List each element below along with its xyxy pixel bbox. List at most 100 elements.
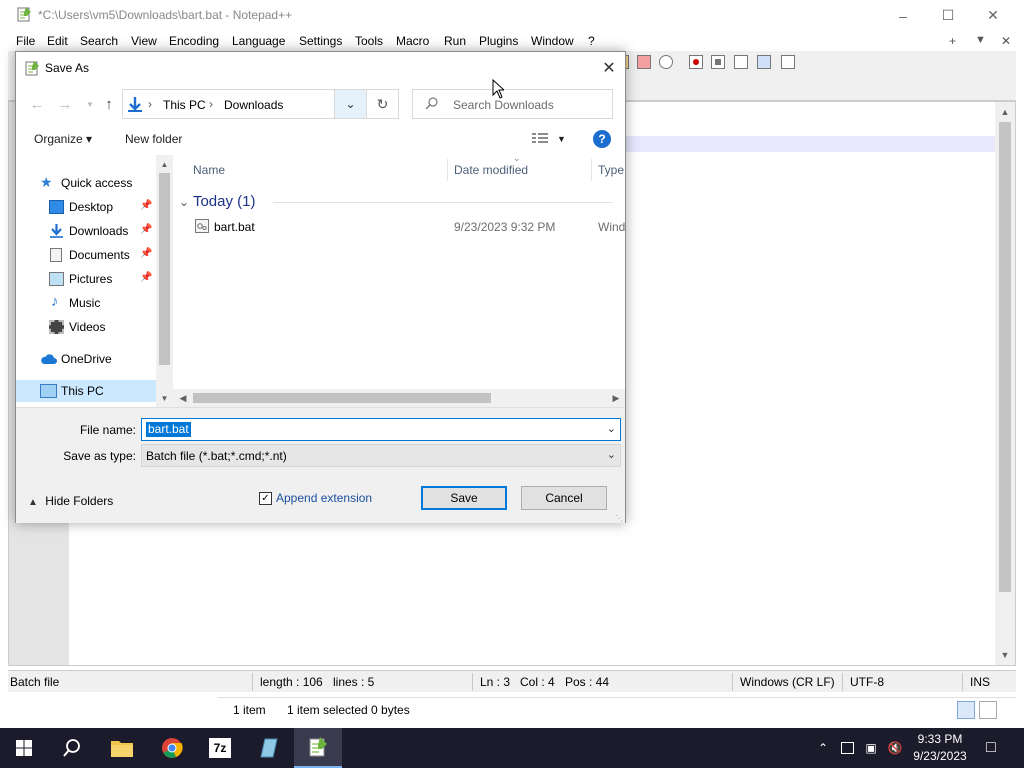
search-box[interactable]: Search Downloads	[412, 89, 613, 119]
column-separator[interactable]	[447, 159, 448, 181]
append-extension-checkbox[interactable]: ✓ Append extension	[259, 491, 372, 505]
scroll-left-icon[interactable]: ◀	[174, 389, 192, 407]
file-name-field[interactable]: bart.bat ⌄	[141, 418, 621, 441]
refresh-icon[interactable]: ↻	[366, 90, 398, 118]
eye-icon[interactable]	[659, 55, 673, 69]
help-icon[interactable]: ?	[593, 130, 611, 148]
close-tab-icon[interactable]: ✕	[1001, 34, 1011, 48]
search-input[interactable]: Search Downloads	[453, 98, 554, 112]
clock-date[interactable]: 9/23/2023	[908, 749, 972, 763]
column-header-type[interactable]: Type	[598, 163, 624, 177]
scroll-up-icon[interactable]: ▲	[156, 156, 173, 172]
menu-edit[interactable]: Edit	[47, 34, 68, 48]
editor-vertical-scrollbar[interactable]: ▲ ▼	[995, 102, 1015, 665]
notepad-taskbar-button[interactable]	[245, 728, 293, 768]
column-header-date[interactable]: Date modified	[454, 163, 528, 177]
menu-run[interactable]: Run	[444, 34, 466, 48]
menu-plugins[interactable]: Plugins	[479, 34, 518, 48]
save-as-type-select[interactable]: Batch file (*.bat;*.cmd;*.nt) ⌄	[141, 444, 621, 467]
address-bar[interactable]: › This PC › Downloads ⌄ ↻	[122, 89, 399, 119]
tray-overflow-icon[interactable]: ⌃	[815, 740, 831, 756]
menu-window[interactable]: Window	[531, 34, 574, 48]
breadcrumb-downloads[interactable]: Downloads	[224, 98, 283, 112]
status-encoding[interactable]: UTF-8	[850, 675, 884, 689]
menu-search[interactable]: Search	[80, 34, 118, 48]
menu-view[interactable]: View	[131, 34, 157, 48]
nav-documents[interactable]: Documents 📌	[16, 244, 156, 266]
up-arrow-icon[interactable]: ↑	[98, 93, 120, 115]
nav-videos[interactable]: Videos	[16, 316, 156, 338]
forward-arrow-icon[interactable]: →	[54, 93, 76, 115]
status-eol[interactable]: Windows (CR LF)	[740, 675, 835, 689]
nav-pictures[interactable]: Pictures 📌	[16, 268, 156, 290]
column-separator[interactable]	[591, 159, 592, 181]
menu-encoding[interactable]: Encoding	[169, 34, 219, 48]
scrollbar-thumb[interactable]	[159, 173, 170, 365]
file-list-hscrollbar[interactable]: ◀ ▶	[173, 389, 625, 407]
maximize-button[interactable]: ☐	[925, 0, 971, 31]
folder-workspace-icon[interactable]	[637, 55, 651, 69]
scroll-down-icon[interactable]: ▼	[995, 647, 1015, 663]
clock-time[interactable]: 9:33 PM	[912, 732, 968, 746]
view-options-dropdown-icon[interactable]: ▼	[557, 134, 566, 144]
scroll-up-icon[interactable]: ▲	[995, 104, 1015, 120]
minimize-button[interactable]: –	[880, 0, 926, 31]
nav-onedrive[interactable]: OneDrive	[16, 348, 156, 370]
column-header-name[interactable]: Name	[193, 163, 225, 177]
start-button[interactable]	[0, 728, 48, 768]
breadcrumb-this-pc[interactable]: This PC	[163, 98, 206, 112]
new-tab-icon[interactable]: +	[949, 34, 956, 48]
network-icon[interactable]: ▣	[863, 740, 879, 756]
search-taskbar-button[interactable]	[48, 728, 96, 768]
play-macro-icon[interactable]	[734, 55, 748, 69]
7zip-taskbar-button[interactable]: 7z	[196, 728, 244, 768]
menu-settings[interactable]: Settings	[299, 34, 342, 48]
nav-desktop[interactable]: Desktop 📌	[16, 196, 156, 218]
stop-record-icon[interactable]	[711, 55, 725, 69]
nav-downloads[interactable]: Downloads 📌	[16, 220, 156, 242]
record-macro-icon[interactable]	[689, 55, 703, 69]
scroll-right-icon[interactable]: ▶	[607, 389, 625, 407]
scrollbar-thumb[interactable]	[193, 393, 491, 403]
scroll-down-icon[interactable]: ▼	[156, 390, 173, 406]
cancel-button[interactable]: Cancel	[521, 486, 607, 510]
nav-this-pc[interactable]: This PC	[16, 380, 156, 402]
file-name-value[interactable]: bart.bat	[146, 422, 191, 437]
nav-music[interactable]: ♪ Music	[16, 292, 156, 314]
nav-quick-access[interactable]: ★ Quick access	[16, 172, 156, 194]
taskbar: 7z ⌃ ▣ 🔇 9:33 PM 9/23/2023 □	[0, 728, 1024, 768]
address-history-dropdown[interactable]: ⌄	[334, 90, 366, 118]
hide-folders-button[interactable]: ▲ Hide Folders	[28, 494, 113, 508]
change-view-icon[interactable]	[532, 133, 548, 145]
details-view-icon[interactable]	[957, 701, 975, 719]
close-window-button[interactable]: ✕	[970, 0, 1016, 31]
menu-help[interactable]: ?	[588, 34, 595, 48]
save-macro-icon[interactable]	[781, 55, 795, 69]
notepad-plus-plus-taskbar-button[interactable]	[294, 728, 342, 768]
menu-file[interactable]: File	[16, 34, 35, 48]
large-icons-view-icon[interactable]	[979, 701, 997, 719]
scrollbar-thumb[interactable]	[999, 122, 1011, 592]
close-icon[interactable]: ✕	[593, 52, 625, 83]
organize-button[interactable]: Organize ▾	[34, 132, 92, 146]
run-macro-multiple-icon[interactable]	[757, 55, 771, 69]
back-arrow-icon[interactable]: ←	[26, 93, 48, 115]
menu-macro[interactable]: Macro	[396, 34, 429, 48]
checkbox-checked-icon[interactable]: ✓	[259, 492, 272, 505]
chrome-taskbar-button[interactable]	[148, 728, 196, 768]
menu-tools[interactable]: Tools	[355, 34, 383, 48]
tab-list-icon[interactable]: ▼	[975, 34, 986, 46]
save-button[interactable]: Save	[421, 486, 507, 510]
resize-grip-icon[interactable]: ⋱	[615, 514, 623, 523]
nav-label: This PC	[61, 384, 104, 398]
volume-muted-icon[interactable]: 🔇	[887, 740, 903, 756]
file-explorer-taskbar-button[interactable]	[98, 728, 146, 768]
group-header[interactable]: ⌄ Today (1)	[179, 193, 256, 210]
nav-pane-scrollbar[interactable]: ▲ ▼	[156, 155, 173, 407]
chevron-down-icon[interactable]: ⌄	[607, 422, 616, 435]
file-row[interactable]: bart.bat 9/23/2023 9:32 PM Wind	[173, 215, 625, 237]
new-folder-button[interactable]: New folder	[125, 132, 182, 146]
menu-language[interactable]: Language	[232, 34, 285, 48]
tray-app-icon[interactable]	[839, 740, 855, 756]
notifications-icon[interactable]: □	[983, 739, 999, 756]
